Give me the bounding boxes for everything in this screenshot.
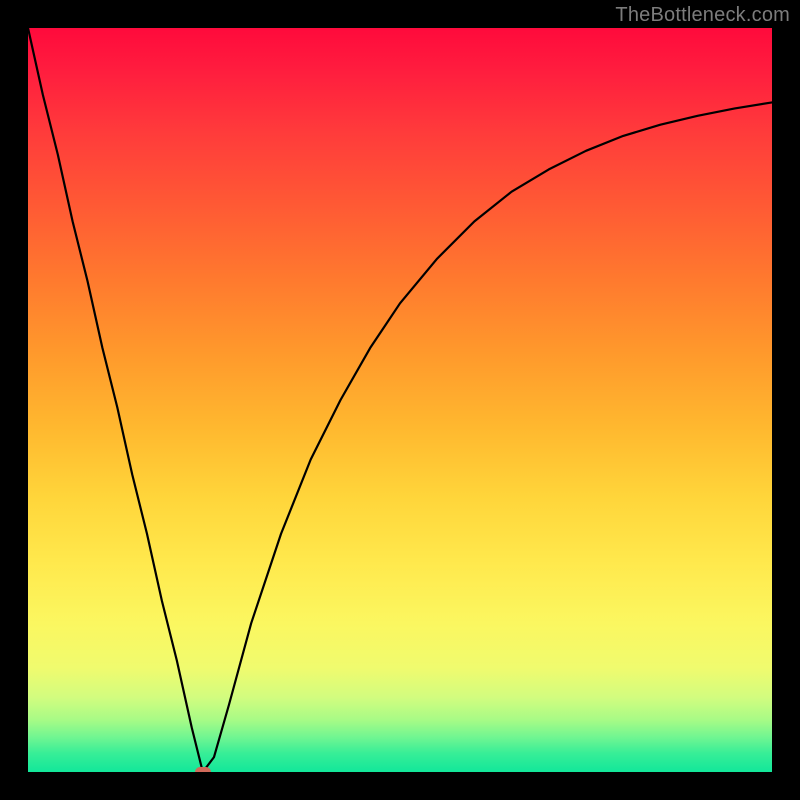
plot-area [28,28,772,772]
chart-frame: TheBottleneck.com [0,0,800,800]
curve-path [28,28,772,772]
optimal-point-marker [195,767,211,772]
watermark-text: TheBottleneck.com [615,4,790,27]
bottleneck-curve [28,28,772,772]
